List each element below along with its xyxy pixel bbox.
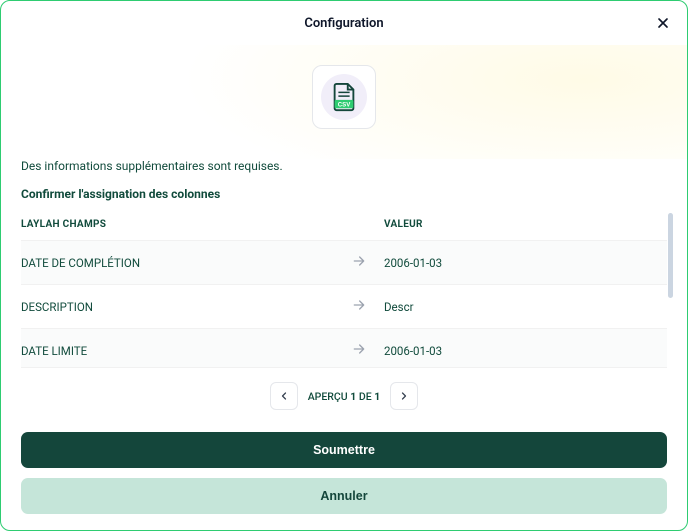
pager-total: 1 bbox=[374, 390, 380, 403]
chevron-left-icon bbox=[278, 390, 290, 402]
hero-section: CSV bbox=[1, 45, 687, 159]
modal-header: Configuration bbox=[1, 1, 687, 45]
pager-prev-button[interactable] bbox=[270, 382, 298, 410]
arrow-right-icon bbox=[351, 341, 367, 357]
section-subheader: Confirmer l'assignation des colonnes bbox=[21, 187, 667, 201]
csv-badge: CSV bbox=[312, 65, 376, 129]
arrow-right-icon bbox=[351, 253, 367, 269]
arrow-cell bbox=[344, 285, 374, 329]
arrow-right-icon bbox=[351, 297, 367, 313]
col-header-value: VALEUR bbox=[374, 213, 667, 241]
col-header-field: LAYLAH CHAMPS bbox=[21, 213, 344, 241]
info-text: Des informations supplémentaires sont re… bbox=[21, 159, 667, 173]
pager-sep: DE bbox=[356, 390, 374, 403]
table-row: DESCRIPTION Descr bbox=[21, 285, 667, 329]
scrollbar-thumb[interactable] bbox=[668, 213, 673, 298]
pager-label: APERÇU 1 DE 1 bbox=[308, 390, 381, 403]
pager-prefix: APERÇU bbox=[308, 390, 351, 403]
csv-icon-wrap: CSV bbox=[321, 74, 367, 120]
field-cell: DESCRIPTION bbox=[21, 285, 344, 329]
cancel-button[interactable]: Annuler bbox=[21, 478, 667, 514]
modal-title: Configuration bbox=[304, 16, 383, 31]
table-header-row: LAYLAH CHAMPS VALEUR bbox=[21, 213, 667, 241]
value-cell: 2006-01-03 bbox=[374, 329, 667, 368]
pager: APERÇU 1 DE 1 bbox=[21, 367, 667, 414]
modal-footer: Soumettre Annuler bbox=[1, 414, 687, 530]
svg-text:CSV: CSV bbox=[338, 101, 351, 108]
mapping-scroll-area[interactable]: LAYLAH CHAMPS VALEUR DATE DE COMPLÉTION 2… bbox=[21, 213, 673, 367]
value-cell: Descr bbox=[374, 285, 667, 329]
submit-button[interactable]: Soumettre bbox=[21, 432, 667, 468]
arrow-cell bbox=[344, 241, 374, 285]
field-cell: DATE DE COMPLÉTION bbox=[21, 241, 344, 285]
modal-body: Des informations supplémentaires sont re… bbox=[1, 159, 687, 414]
value-cell: 2006-01-03 bbox=[374, 241, 667, 285]
close-button[interactable] bbox=[653, 13, 673, 33]
config-modal: Configuration CSV Des informations suppl… bbox=[0, 0, 688, 531]
table-row: DATE DE COMPLÉTION 2006-01-03 bbox=[21, 241, 667, 285]
pager-next-button[interactable] bbox=[390, 382, 418, 410]
table-row: DATE LIMITE 2006-01-03 bbox=[21, 329, 667, 368]
close-icon bbox=[655, 15, 671, 31]
arrow-cell bbox=[344, 329, 374, 368]
col-header-arrow bbox=[344, 213, 374, 241]
mapping-table: LAYLAH CHAMPS VALEUR DATE DE COMPLÉTION 2… bbox=[21, 213, 667, 367]
field-cell: DATE LIMITE bbox=[21, 329, 344, 368]
csv-file-icon: CSV bbox=[329, 82, 359, 112]
chevron-right-icon bbox=[398, 390, 410, 402]
